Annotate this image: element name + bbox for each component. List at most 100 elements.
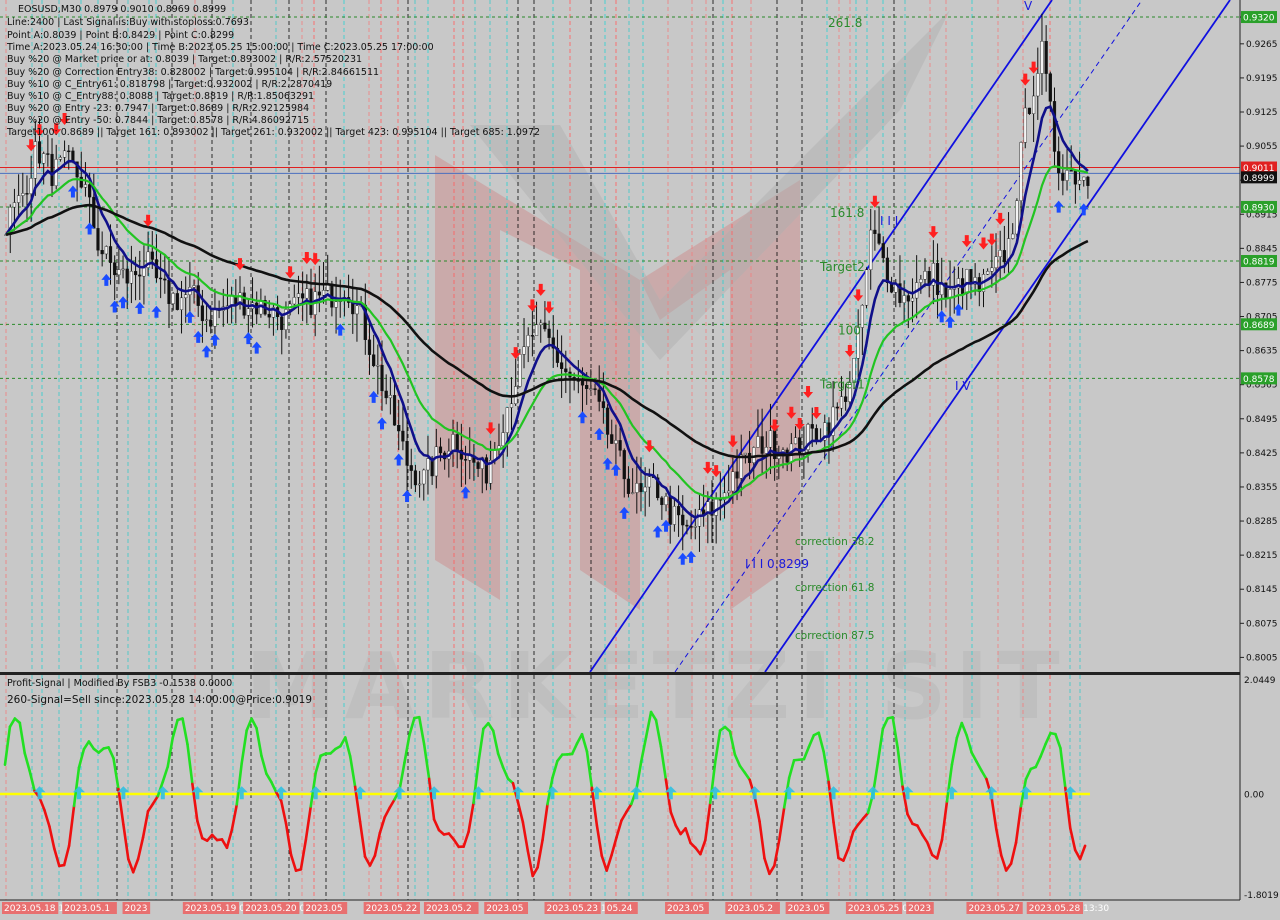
date-label: 2023.05 bbox=[486, 904, 523, 914]
date-label: 2023.05 bbox=[788, 904, 825, 914]
candle-body bbox=[175, 293, 179, 310]
candle-body bbox=[138, 274, 142, 277]
candle-body bbox=[267, 313, 271, 318]
bid-price-badge-text: 0.8999 bbox=[1243, 174, 1275, 184]
info-line-8: Buy %20 @ Entry -50: 0.7844 | Target:0.8… bbox=[7, 115, 309, 126]
candle-body bbox=[317, 291, 321, 296]
candle-body bbox=[397, 424, 401, 432]
candle-body bbox=[1061, 172, 1065, 181]
candle-body bbox=[150, 251, 154, 260]
candle-body bbox=[534, 324, 539, 336]
info-line-2: Time A:2023.05.24 16:30:00 | Time B:2023… bbox=[6, 42, 434, 53]
candle-body bbox=[129, 271, 133, 284]
candle-body bbox=[919, 279, 923, 283]
candle-body bbox=[292, 297, 296, 305]
candle-body bbox=[100, 250, 104, 255]
candle-body bbox=[96, 228, 100, 251]
candle-body bbox=[693, 525, 697, 528]
candle-body bbox=[142, 267, 146, 277]
candle-body bbox=[355, 305, 359, 315]
price-tick-label: 0.8495 bbox=[1246, 415, 1278, 425]
candle-body bbox=[113, 262, 117, 276]
level-label-0: 261.8 bbox=[828, 16, 862, 30]
date-label: 05.24 bbox=[607, 904, 633, 914]
candle-body bbox=[986, 271, 990, 275]
candle-body bbox=[601, 401, 605, 409]
candle-body bbox=[334, 301, 338, 308]
candle-body bbox=[1073, 170, 1077, 185]
price-tick-label: 0.9125 bbox=[1246, 108, 1278, 118]
candle-body bbox=[835, 406, 839, 409]
date-label: 2023.05 bbox=[667, 904, 704, 914]
candle-body bbox=[618, 440, 622, 451]
candle-body bbox=[1086, 176, 1090, 186]
candle-body bbox=[405, 441, 409, 466]
correction-87-label: correction 87.5 bbox=[795, 630, 874, 642]
candle-body bbox=[727, 490, 731, 494]
candle-body bbox=[1077, 180, 1082, 185]
candle-body bbox=[121, 268, 125, 271]
candle-body bbox=[752, 447, 756, 464]
info-line-3: Buy %20 @ Market price or at: 0.8039 | T… bbox=[7, 54, 362, 65]
candle-body bbox=[167, 279, 171, 304]
candle-body bbox=[605, 407, 610, 435]
pane-separator[interactable] bbox=[0, 672, 1240, 675]
candle-body bbox=[735, 471, 739, 479]
candle-body bbox=[810, 424, 814, 429]
candle-body bbox=[184, 294, 188, 299]
candle-body bbox=[622, 450, 626, 480]
candle-body bbox=[793, 437, 798, 445]
indicator-signal: 260-Signal=Sell since:2023.05.28 14:00:0… bbox=[7, 694, 312, 706]
candle-body bbox=[676, 506, 681, 516]
candle-body bbox=[422, 469, 426, 485]
candle-body bbox=[906, 295, 910, 302]
candle-body bbox=[681, 514, 685, 526]
candle-body bbox=[159, 277, 163, 280]
candle-body bbox=[1011, 233, 1015, 239]
candle-body bbox=[539, 322, 543, 325]
candle-body bbox=[631, 492, 635, 494]
candle-body bbox=[764, 447, 768, 454]
candle-body bbox=[88, 184, 92, 198]
candle-body bbox=[589, 388, 593, 390]
candle-body bbox=[418, 483, 422, 486]
level-price-badge-text: 0.8819 bbox=[1243, 258, 1275, 268]
info-line-5: Buy %10 @ C_Entry61: 0.818798 | Target:0… bbox=[7, 79, 332, 90]
candle-body bbox=[42, 153, 46, 164]
candle-body bbox=[814, 428, 819, 442]
level-label-3: 100 bbox=[838, 323, 861, 337]
candle-body bbox=[518, 354, 522, 387]
candle-body bbox=[593, 388, 597, 391]
correction-38-label: correction 38.2 bbox=[795, 536, 874, 548]
candle-body bbox=[246, 308, 250, 316]
candle-body bbox=[46, 153, 50, 155]
price-tick-label: 0.9265 bbox=[1246, 40, 1278, 50]
wave-iii-label: I I I bbox=[880, 214, 898, 228]
candle-body bbox=[910, 297, 915, 302]
candle-body bbox=[388, 395, 392, 399]
info-line-9: Target100: 0.8689 || Target 161: 0.89300… bbox=[6, 127, 540, 138]
candle-body bbox=[1002, 250, 1006, 263]
candle-body bbox=[25, 193, 29, 195]
candle-body bbox=[37, 141, 42, 164]
price-tick-label: 0.8425 bbox=[1246, 449, 1278, 459]
candle-body bbox=[543, 322, 547, 330]
candle-body bbox=[1023, 107, 1027, 143]
candle-body bbox=[885, 257, 890, 283]
candle-body bbox=[668, 496, 672, 525]
candle-body bbox=[280, 316, 284, 330]
candle-body bbox=[731, 471, 735, 492]
level-label-2: Target2 bbox=[819, 260, 865, 274]
candle-body bbox=[1036, 73, 1040, 97]
candle-body bbox=[117, 269, 121, 276]
wave-v-label: V bbox=[1024, 0, 1033, 13]
candle-body bbox=[426, 458, 430, 471]
candle-body bbox=[1065, 170, 1069, 181]
candle-body bbox=[50, 153, 54, 186]
candle-body bbox=[1015, 200, 1019, 235]
level-label-4: Target1 bbox=[819, 377, 865, 391]
candle-body bbox=[204, 319, 209, 322]
candle-body bbox=[438, 446, 443, 454]
info-line-4: Buy %20 @ Correction Entry38: 0.828002 |… bbox=[7, 67, 379, 78]
indicator-tick-label: -1.8019 bbox=[1244, 891, 1279, 901]
